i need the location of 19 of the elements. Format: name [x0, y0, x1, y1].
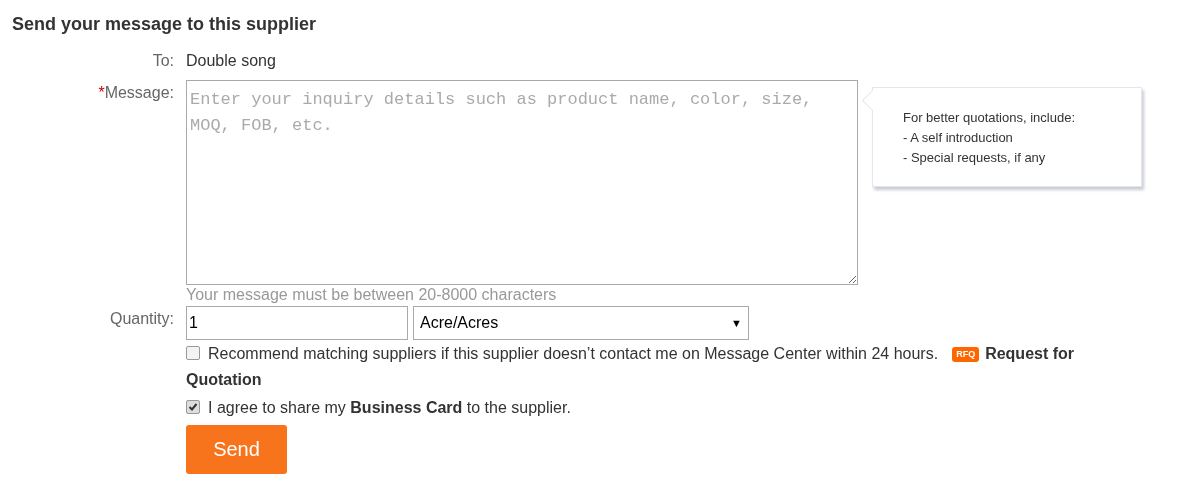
message-hint: Your message must be between 20-8000 characters: [186, 286, 558, 304]
checkbox[interactable]: [186, 400, 200, 414]
checkbox[interactable]: [186, 346, 200, 360]
form-heading: Send your message to this supplier: [12, 14, 318, 35]
message-field[interactable]: Enter your inquiry details such as product name, color, size, MOQ, FOB, etc.: [186, 80, 858, 285]
rfq-link[interactable]: Request for: [985, 345, 1075, 362]
field-label: Quantity:: [108, 309, 174, 329]
rfq-badge: RFQ: [952, 347, 980, 362]
tip-text: - A self introduction: [903, 129, 1014, 147]
rfq-link[interactable]: Quotation: [186, 371, 262, 388]
tip-text: For better quotations, include:: [903, 109, 1076, 127]
field-label: *Message:: [97, 83, 174, 103]
option-text: Recommend matching suppliers if this supplier doesn’t contact me on Message Center within 24 hours.: [208, 345, 939, 362]
field-label: To:: [151, 52, 174, 70]
option-text: I agree to share my Business Card to the supplier.: [208, 399, 571, 416]
quantity-field[interactable]: 1: [186, 306, 408, 340]
recipient-name: Double song: [186, 52, 277, 70]
unit-select[interactable]: Acre/Acres ▼: [413, 306, 749, 340]
tip-text: - Special requests, if any: [903, 149, 1047, 167]
